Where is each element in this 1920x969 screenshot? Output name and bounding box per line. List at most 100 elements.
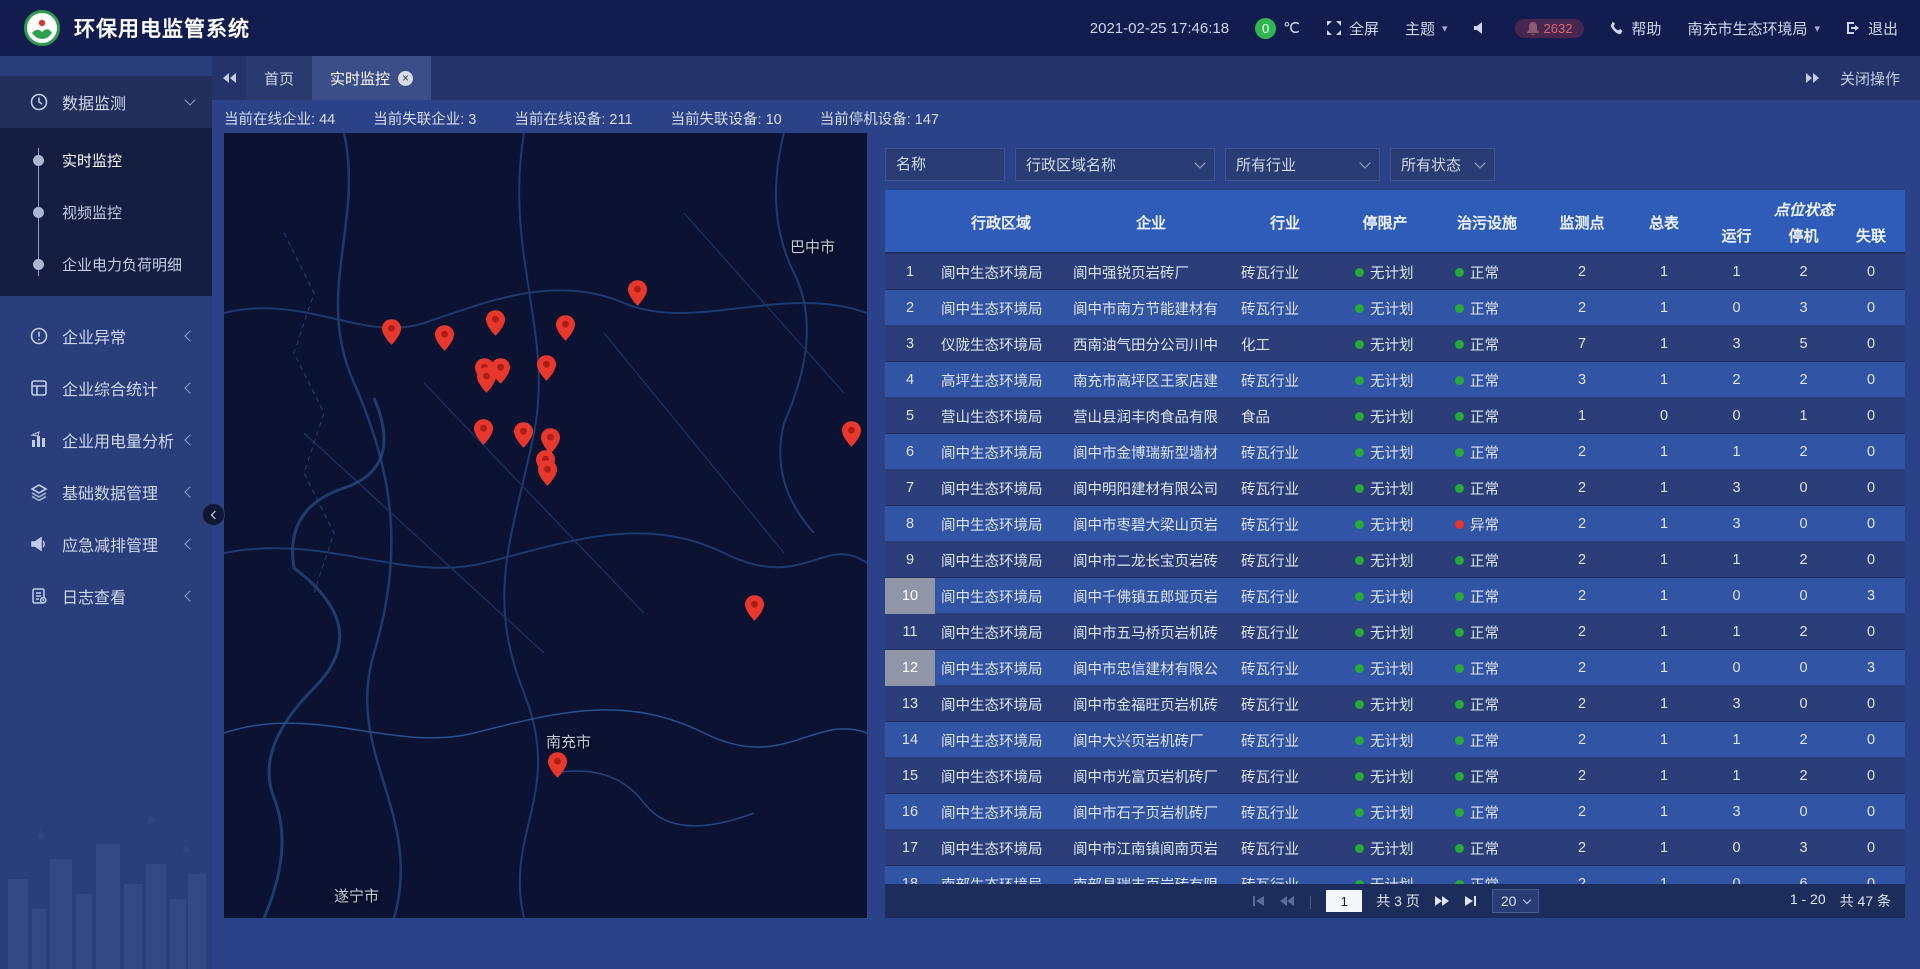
cell-monitor-points: 2 [1539, 264, 1625, 280]
row-index: 17 [885, 830, 935, 866]
sidebar-item-emergency-reduction[interactable]: 应急减排管理 [0, 518, 212, 570]
sidebar-item-data-monitor[interactable]: 数据监测 [0, 76, 212, 128]
col-monitor-points: 监测点 [1539, 212, 1625, 233]
chevron-down-icon [1523, 896, 1531, 904]
status-dot-icon [1455, 268, 1464, 277]
table-row[interactable]: 4高坪生态环境局南充市高坪区王家店建砖瓦行业无计划正常31220 [885, 362, 1905, 398]
table-row[interactable]: 14阆中生态环境局阆中大兴页岩机砖厂砖瓦行业无计划正常21120 [885, 722, 1905, 758]
cell-industry: 砖瓦行业 [1235, 514, 1335, 535]
close-operations-button[interactable]: 关闭操作 [1840, 68, 1900, 89]
cell-stopped: 5 [1770, 336, 1837, 352]
fullscreen-button[interactable]: 全屏 [1326, 18, 1379, 39]
table-row[interactable]: 12阆中生态环境局阆中市忠信建材有限公砖瓦行业无计划正常21003 [885, 650, 1905, 686]
cell-running: 3 [1703, 336, 1770, 352]
map-pin-icon[interactable] [556, 315, 575, 341]
table-row[interactable]: 1阆中生态环境局阆中强锐页岩砖厂砖瓦行业无计划正常21120 [885, 254, 1905, 290]
notification-badge[interactable]: 2632 [1515, 19, 1585, 38]
col-lost: 失联 [1837, 225, 1905, 252]
table-row[interactable]: 3仪陇生态环境局西南油气田分公司川中化工无计划正常71350 [885, 326, 1905, 362]
map-pin-icon[interactable] [435, 325, 454, 351]
col-region: 行政区域 [935, 212, 1067, 233]
name-filter-input[interactable] [885, 148, 1005, 181]
sidebar-item-power-load-detail[interactable]: 企业电力负荷明细 [0, 238, 212, 290]
table-row[interactable]: 7阆中生态环境局阆中明阳建材有限公司砖瓦行业无计划正常21300 [885, 470, 1905, 506]
table-row[interactable]: 13阆中生态环境局阆中市金福旺页岩机砖砖瓦行业无计划正常21300 [885, 686, 1905, 722]
sidebar-item-video-monitor[interactable]: 视频监控 [0, 186, 212, 238]
chevron-down-icon [1359, 157, 1370, 168]
last-page-button[interactable] [1464, 895, 1478, 907]
cell-stopped: 2 [1770, 372, 1837, 388]
status-dot-icon [1455, 484, 1464, 493]
table-row[interactable]: 17阆中生态环境局阆中市江南镇阆南页岩砖瓦行业无计划正常21030 [885, 830, 1905, 866]
status-dot-icon [1455, 700, 1464, 709]
sidebar-item-base-data[interactable]: 基础数据管理 [0, 466, 212, 518]
status-filter-select[interactable]: 所有状态 [1390, 148, 1495, 181]
region-filter-select[interactable]: 行政区域名称 [1015, 148, 1215, 181]
notification-count: 2632 [1544, 21, 1573, 36]
map-pin-icon[interactable] [537, 355, 556, 381]
map-pin-icon[interactable] [842, 421, 861, 447]
help-button[interactable]: 帮助 [1610, 18, 1661, 39]
col-total-meter: 总表 [1625, 212, 1703, 233]
map-city-label: 遂宁市 [334, 885, 379, 906]
next-page-button[interactable] [1434, 895, 1450, 907]
row-index: 1 [885, 254, 935, 290]
tabs-scroll-left-button[interactable] [212, 72, 246, 84]
cell-running: 3 [1703, 804, 1770, 820]
table-row[interactable]: 5营山生态环境局营山县润丰肉食品有限食品无计划正常10010 [885, 398, 1905, 434]
double-chevron-right-icon[interactable] [1805, 72, 1820, 84]
cell-limit-status: 无计划 [1335, 802, 1435, 823]
cell-treatment-status: 正常 [1435, 550, 1539, 571]
close-icon[interactable]: × [398, 71, 413, 86]
cell-industry: 食品 [1235, 406, 1335, 427]
cell-lost: 0 [1837, 840, 1905, 856]
cell-region: 阆中生态环境局 [935, 730, 1067, 751]
table-row[interactable]: 6阆中生态环境局阆中市金博瑞新型墙材砖瓦行业无计划正常21120 [885, 434, 1905, 470]
map-pin-icon[interactable] [486, 310, 505, 336]
page-size-select[interactable]: 20 [1492, 889, 1540, 913]
industry-filter-select[interactable]: 所有行业 [1225, 148, 1380, 181]
logout-button[interactable]: 退出 [1846, 18, 1898, 39]
map-pin-icon[interactable] [628, 280, 647, 306]
sidebar-item-enterprise-statistics[interactable]: 企业综合统计 [0, 362, 212, 414]
temperature-unit: ℃ [1283, 19, 1300, 37]
cell-limit-status: 无计划 [1335, 442, 1435, 463]
cell-total-meter: 1 [1625, 444, 1703, 460]
sidebar-item-power-analysis[interactable]: 企业用电量分析 [0, 414, 212, 466]
cell-lost: 0 [1837, 768, 1905, 784]
sidebar-item-enterprise-abnormal[interactable]: 企业异常 [0, 310, 212, 362]
tab-realtime-monitor[interactable]: 实时监控 × [312, 56, 431, 100]
map-pin-icon[interactable] [382, 319, 401, 345]
map-pin-icon[interactable] [745, 595, 764, 621]
theme-menu[interactable]: 主题▾ [1405, 18, 1448, 39]
tab-home[interactable]: 首页 [246, 56, 312, 100]
map-panel[interactable]: 巴中市南充市遂宁市 [224, 133, 867, 918]
table-row[interactable]: 16阆中生态环境局阆中市石子页岩机砖厂砖瓦行业无计划正常21300 [885, 794, 1905, 830]
cell-region: 阆中生态环境局 [935, 658, 1067, 679]
status-dot-icon [1355, 304, 1364, 313]
first-page-button[interactable] [1251, 895, 1265, 907]
page-number-input[interactable] [1326, 890, 1362, 912]
sound-button[interactable] [1474, 21, 1489, 35]
map-pin-icon[interactable] [474, 419, 493, 445]
table-row[interactable]: 15阆中生态环境局阆中市光富页岩机砖厂砖瓦行业无计划正常21120 [885, 758, 1905, 794]
map-pin-icon[interactable] [548, 752, 567, 778]
map-pin-icon[interactable] [538, 460, 557, 486]
panel-collapse-toggle[interactable] [202, 503, 225, 526]
map-pin-icon[interactable] [477, 367, 496, 393]
bullet-dot-icon [33, 155, 44, 166]
sidebar-item-log-view[interactable]: 日志查看 [0, 570, 212, 622]
cell-running: 0 [1703, 840, 1770, 856]
chevron-left-icon [184, 538, 195, 549]
table-row[interactable]: 9阆中生态环境局阆中市二龙长宝页岩砖砖瓦行业无计划正常21120 [885, 542, 1905, 578]
table-row[interactable]: 11阆中生态环境局阆中市五马桥页岩机砖砖瓦行业无计划正常21120 [885, 614, 1905, 650]
prev-page-button[interactable] [1279, 895, 1295, 907]
user-menu[interactable]: 南充市生态环境局 ▾ [1687, 18, 1820, 39]
table-row[interactable]: 8阆中生态环境局阆中市枣碧大梁山页岩砖瓦行业无计划异常21300 [885, 506, 1905, 542]
cell-stopped: 2 [1770, 768, 1837, 784]
sidebar-item-realtime-monitor[interactable]: 实时监控 [0, 134, 212, 186]
map-pin-icon[interactable] [514, 422, 533, 448]
row-index: 2 [885, 290, 935, 326]
table-row[interactable]: 10阆中生态环境局阆中千佛镇五郎垭页岩砖瓦行业无计划正常21003 [885, 578, 1905, 614]
table-row[interactable]: 2阆中生态环境局阆中市南方节能建材有砖瓦行业无计划正常21030 [885, 290, 1905, 326]
